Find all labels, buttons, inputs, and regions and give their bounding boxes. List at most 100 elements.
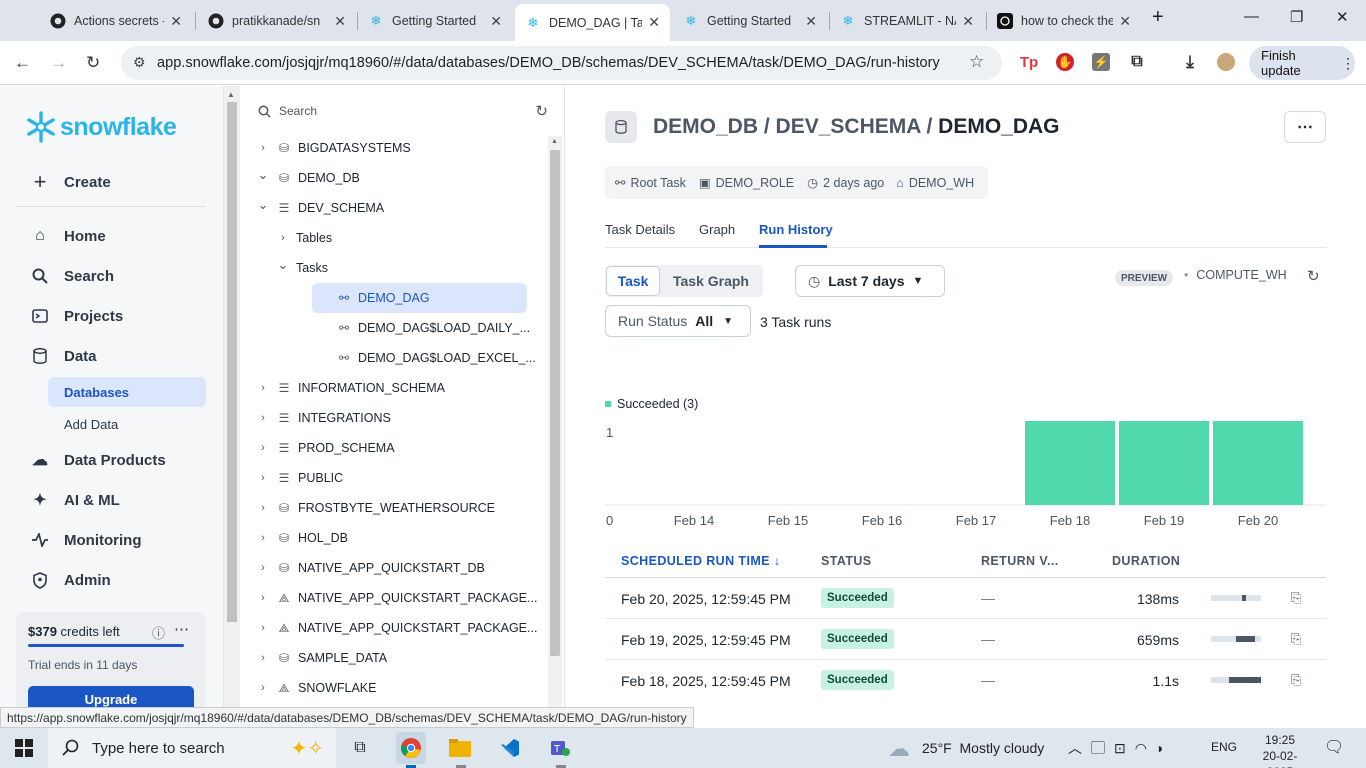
nav-scrollbar[interactable]: ▲: [224, 86, 240, 710]
file-explorer-icon[interactable]: [446, 734, 474, 762]
close-icon[interactable]: ✕: [1119, 13, 1131, 30]
weather-text[interactable]: 25°F Mostly cloudy: [922, 740, 1044, 756]
tab-task-details[interactable]: Task Details: [605, 222, 675, 237]
chevron-right-icon[interactable]: ›: [256, 652, 270, 664]
tree-item[interactable]: ⚯ DEMO_DAG$LOAD_DAILY_...: [316, 313, 530, 343]
reload-icon[interactable]: ↻: [86, 53, 100, 73]
notification-icon[interactable]: 🗨: [1324, 737, 1344, 757]
tree-item[interactable]: › ⟁ NATIVE_APP_QUICKSTART_PACKAGE...: [256, 583, 537, 613]
task-view-icon[interactable]: ⧉: [346, 734, 374, 762]
snowflake-logo[interactable]: snowflake: [24, 110, 177, 144]
refresh-icon[interactable]: ↻: [535, 102, 548, 120]
windows-start-icon[interactable]: [10, 734, 38, 762]
language-indicator[interactable]: ENG: [1211, 740, 1237, 754]
nav-item-monitoring[interactable]: Monitoring: [30, 530, 141, 550]
tree-item[interactable]: › ⛁ HOL_DB: [256, 523, 348, 553]
tree-item[interactable]: › Tables: [276, 223, 332, 253]
nav-item-data-products[interactable]: ☁ Data Products: [30, 450, 166, 470]
chevron-right-icon[interactable]: ›: [256, 412, 270, 424]
warehouse-selector[interactable]: • COMPUTE_WH: [1184, 268, 1287, 282]
chevron-right-icon[interactable]: ›: [256, 442, 270, 454]
chevron-right-icon[interactable]: ›: [256, 682, 270, 694]
nav-item-ai-ml[interactable]: ✦ AI & ML: [30, 490, 120, 510]
col-return-value[interactable]: RETURN V...: [981, 554, 1059, 568]
task-graph-view-button[interactable]: Task Graph: [673, 273, 749, 289]
browser-tab-2[interactable]: pratikkanade/sn ✕: [198, 6, 356, 36]
forward-icon[interactable]: →: [50, 53, 67, 73]
tree-item[interactable]: ⌄ Tasks: [276, 253, 328, 283]
create-button[interactable]: + Create: [30, 169, 111, 194]
tree-item[interactable]: › ⟁ SNOWFLAKE: [256, 673, 376, 703]
tree-item[interactable]: › ☰ INFORMATION_SCHEMA: [256, 373, 445, 403]
refresh-icon[interactable]: ↻: [1307, 267, 1320, 285]
browser-tab-5[interactable]: ❄ Getting Started ✕: [673, 6, 827, 36]
download-icon[interactable]: ⤓: [1181, 52, 1199, 71]
minimize-icon[interactable]: —: [1244, 8, 1259, 25]
tree-item[interactable]: › ⛁ NATIVE_APP_QUICKSTART_DB: [256, 553, 485, 583]
tree-item[interactable]: › ⟁ NATIVE_APP_QUICKSTART_PACKAGE...: [256, 613, 537, 643]
chevron-right-icon[interactable]: ›: [256, 562, 270, 574]
tree-item[interactable]: ⚯ DEMO_DAG$LOAD_EXCEL_...: [316, 343, 536, 373]
back-icon[interactable]: ←: [14, 53, 31, 73]
chevron-right-icon[interactable]: ›: [256, 382, 270, 394]
tree-item[interactable]: ⌄ ☰ DEV_SCHEMA: [256, 193, 385, 223]
more-options-icon[interactable]: ⋯: [174, 620, 189, 638]
nav-item-admin[interactable]: Admin: [30, 570, 111, 590]
nav-subitem-add-data[interactable]: Add Data: [48, 409, 206, 439]
col-duration[interactable]: DURATION: [1112, 554, 1180, 568]
nav-item-search[interactable]: Search: [30, 266, 114, 286]
site-info-icon[interactable]: ⚙: [133, 54, 146, 71]
run-status-filter[interactable]: Run Status All ▼: [605, 305, 751, 337]
tab-run-history[interactable]: Run History: [759, 222, 833, 237]
tp-extension-icon[interactable]: Tp: [1020, 53, 1038, 71]
breadcrumb-db[interactable]: DEMO_DB: [653, 115, 758, 138]
clock[interactable]: 19:25 20-02-2025: [1258, 732, 1302, 768]
chevron-right-icon[interactable]: ›: [256, 622, 270, 634]
close-icon[interactable]: ✕: [170, 13, 182, 30]
profile-avatar[interactable]: [1217, 53, 1235, 71]
chevron-down-icon[interactable]: ⌄: [256, 197, 270, 213]
nav-subitem-databases[interactable]: Databases: [48, 377, 206, 407]
nav-item-projects[interactable]: Projects: [30, 306, 123, 326]
browser-tab-6[interactable]: ❄ STREAMLIT - NA ✕: [830, 6, 984, 36]
chevron-right-icon[interactable]: ›: [256, 502, 270, 514]
date-range-dropdown[interactable]: ◷ Last 7 days ▼: [795, 265, 945, 297]
tree-item[interactable]: › ☰ PUBLIC: [256, 463, 343, 493]
new-tab-icon[interactable]: +: [1152, 6, 1164, 29]
extensions-puzzle-icon[interactable]: ⧉: [1128, 53, 1146, 71]
scrollbar-thumb[interactable]: [227, 102, 237, 622]
vscode-icon[interactable]: [496, 734, 524, 762]
chevron-right-icon[interactable]: ›: [256, 142, 270, 154]
task-view-button[interactable]: Task: [606, 266, 660, 296]
close-icon[interactable]: ✕: [648, 14, 660, 31]
tree-item[interactable]: › ⛁ BIGDATASYSTEMS: [256, 133, 411, 163]
tree-scrollbar[interactable]: ▲: [548, 136, 562, 708]
breadcrumb-schema[interactable]: DEV_SCHEMA: [776, 115, 921, 138]
finish-update-button[interactable]: Finish update ⋮: [1249, 46, 1355, 80]
close-icon[interactable]: ✕: [490, 13, 502, 30]
more-actions-button[interactable]: ⋯: [1284, 111, 1326, 143]
bar-feb-18[interactable]: [1025, 421, 1115, 505]
adblock-extension-icon[interactable]: ✋: [1056, 53, 1074, 71]
taskbar-search[interactable]: Type here to search ✦✧: [48, 728, 336, 768]
tree-item[interactable]: ⌄ ⛁ DEMO_DB: [256, 163, 360, 193]
tree-item[interactable]: › ☰ INTEGRATIONS: [256, 403, 391, 433]
tab-graph[interactable]: Graph: [699, 222, 735, 237]
system-tray-icons[interactable]: ︿▢⊡◠◗: [1068, 738, 1173, 758]
tree-item[interactable]: › ☰ PROD_SCHEMA: [256, 433, 394, 463]
close-icon[interactable]: ✕: [334, 13, 346, 30]
teams-icon[interactable]: T: [546, 734, 574, 762]
info-icon[interactable]: ⓘ: [152, 623, 165, 642]
chevron-down-icon[interactable]: ⌄: [256, 167, 270, 183]
extension-icon[interactable]: ⚡: [1092, 53, 1110, 71]
window-close-icon[interactable]: ✕: [1336, 8, 1349, 26]
close-icon[interactable]: ✕: [962, 13, 974, 30]
chevron-right-icon[interactable]: ›: [256, 472, 270, 484]
browser-tab-3[interactable]: ❄ Getting Started ✕: [358, 6, 512, 36]
tree-scrollbar-thumb[interactable]: [550, 150, 560, 656]
bar-feb-20[interactable]: [1213, 421, 1303, 505]
bar-feb-19[interactable]: [1119, 421, 1209, 505]
chevron-right-icon[interactable]: ›: [256, 532, 270, 544]
view-details-icon[interactable]: ⎘: [1291, 590, 1301, 606]
chevron-right-icon[interactable]: ›: [256, 592, 270, 604]
